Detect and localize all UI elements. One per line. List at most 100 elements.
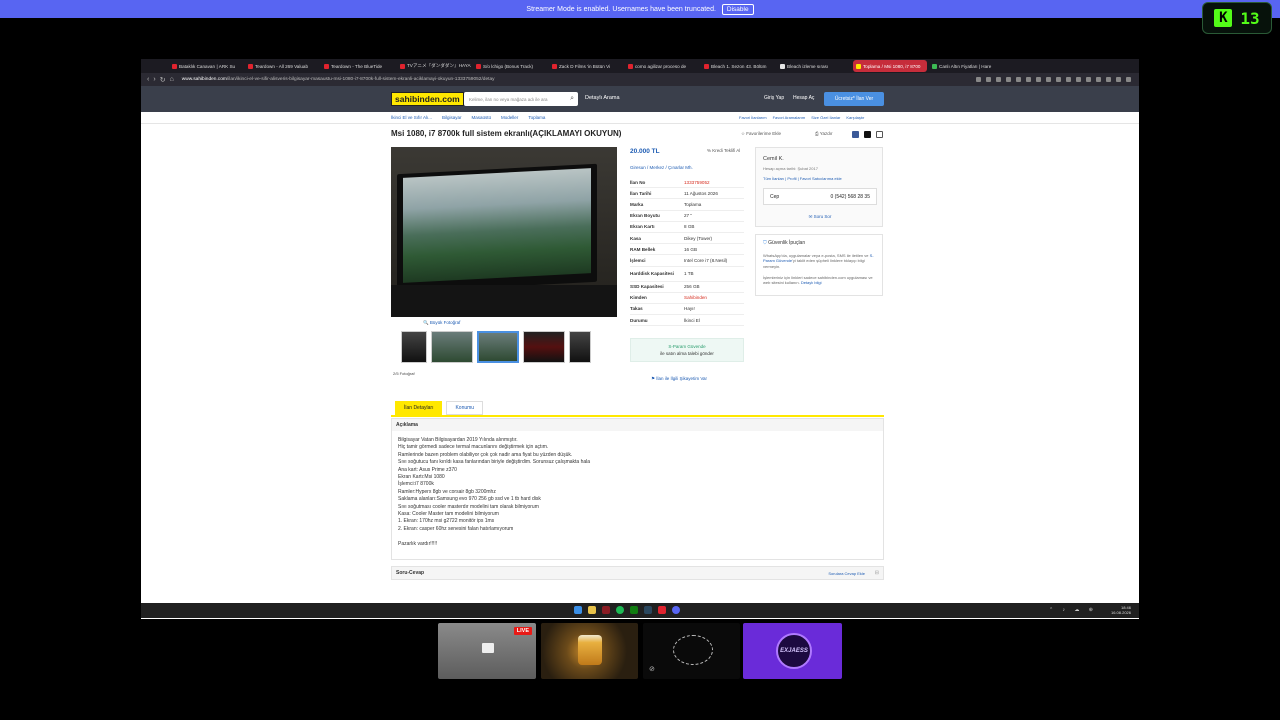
browser-tab[interactable]: Canlı Altın Fiyatları | Hare	[929, 60, 1003, 72]
webcam-tile[interactable]: ⊘	[643, 623, 740, 679]
extension-icon[interactable]	[1036, 77, 1041, 82]
tab-listing-details[interactable]: İlan Detayları	[395, 401, 443, 415]
login-link[interactable]: Giriş Yap	[764, 95, 784, 101]
breadcrumb-item[interactable]: Masaüstü	[472, 115, 492, 120]
safety-tips-card: ⛉ Güvenlik İpuçları WhatsApp'da, uygulam…	[755, 234, 883, 296]
photo-thumbnail-selected[interactable]	[477, 331, 519, 363]
extension-icon[interactable]	[1046, 77, 1051, 82]
browser-tab[interactable]: Teardown - The BlueTide	[321, 60, 395, 72]
clock[interactable]: 18:46 16.08.2026	[1111, 605, 1131, 615]
add-favorites-link[interactable]: ☆ Favorilerime Ekle	[741, 131, 781, 137]
reload-icon[interactable]: ↻	[160, 76, 166, 84]
extension-icon[interactable]	[996, 77, 1001, 82]
menu-icon[interactable]	[1126, 77, 1131, 82]
credit-offer-label: Kredi Teklifi Al	[712, 148, 741, 153]
big-photo-link[interactable]: 🔍 Büyük Fotoğraf	[423, 320, 460, 326]
photo-thumbnail[interactable]	[401, 331, 427, 363]
extension-icon[interactable]	[1106, 77, 1111, 82]
extension-icon[interactable]	[1116, 77, 1121, 82]
webcam-tile[interactable]: EXJAESS	[743, 623, 842, 679]
post-ad-button[interactable]: Ücretsiz* İlan Ver	[824, 92, 884, 106]
breadcrumb-item[interactable]: İkinci El ve Sıfır Alı...	[391, 115, 432, 120]
credit-offer-link[interactable]: % Kredi Teklifi Al	[707, 148, 740, 153]
attribute-row: İlan Tarihi 11 Ağustos 2026	[630, 188, 744, 200]
extension-icons	[976, 77, 1139, 82]
safety-details-link[interactable]: Detaylı bilgi	[801, 280, 822, 285]
email-share-icon[interactable]	[876, 131, 883, 138]
site-logo[interactable]: sahibinden.com	[391, 92, 464, 106]
photo-thumbnail[interactable]	[569, 331, 591, 363]
search-input[interactable]: Kelime, ilan no veya mağaza adı ile ara …	[464, 92, 578, 106]
extension-icon[interactable]	[1086, 77, 1091, 82]
attribute-row: Takas Hayır	[630, 304, 744, 316]
extension-icon[interactable]	[1016, 77, 1021, 82]
extension-icon[interactable]	[976, 77, 981, 82]
main-photo[interactable]	[391, 147, 617, 317]
start-icon[interactable]	[574, 606, 582, 614]
register-link[interactable]: Hesap Aç	[793, 95, 814, 101]
browser-toolbar: ‹ › ↻ ⌂ www.sahibinden.com/ilan/ikinci-e…	[141, 73, 1139, 86]
user-quick-link[interactable]: Karşılaştır	[846, 115, 864, 120]
breadcrumb-item[interactable]: Toplama	[528, 115, 545, 120]
back-icon[interactable]: ‹	[147, 76, 149, 83]
photo-thumbnail[interactable]	[431, 331, 473, 363]
address-bar[interactable]: www.sahibinden.com/ilan/ikinci-el-ve-sif…	[178, 75, 778, 84]
extension-icon[interactable]	[1076, 77, 1081, 82]
extension-icon[interactable]	[1006, 77, 1011, 82]
x-share-icon[interactable]	[864, 131, 871, 138]
extension-icon[interactable]	[1026, 77, 1031, 82]
phone-number[interactable]: 0 (542) 568 28 35	[831, 194, 870, 200]
extension-icon[interactable]	[1096, 77, 1101, 82]
discord-icon[interactable]	[672, 606, 680, 614]
home-icon[interactable]: ⌂	[170, 76, 174, 83]
complaint-link[interactable]: ⚑ İlan ile İlgili Şikayetim Var	[651, 376, 707, 382]
tab-location[interactable]: Konumu	[446, 401, 484, 415]
location-breadcrumb[interactable]: Giresun / Merkez / Çınarlar Mh.	[630, 165, 693, 170]
browser-tab[interactable]: Bleach izleme sırası	[777, 60, 851, 72]
breadcrumb-item[interactable]: Bilgisayar	[442, 115, 462, 120]
browser-tab[interactable]: Bleach 1. Sezon 43. Bölüm	[701, 60, 775, 72]
browser-icon[interactable]	[602, 606, 610, 614]
tab-favicon-icon	[856, 63, 861, 69]
ask-question-button[interactable]: ✉ Soru Sor	[756, 214, 884, 220]
attribute-value: 16 GB	[684, 246, 698, 252]
user-quick-link[interactable]: Size Özel İlanlar	[811, 115, 840, 120]
breadcrumb-item[interactable]: Modeller	[501, 115, 518, 120]
qa-add-link[interactable]: Sorulara Cevap Ekle	[828, 571, 865, 576]
webcam-tile[interactable]: LIVE	[438, 623, 536, 679]
seller-name[interactable]: Cemil K.	[763, 156, 784, 162]
collapse-icon[interactable]: ⊟	[875, 570, 879, 576]
facebook-share-icon[interactable]	[852, 131, 859, 138]
file-explorer-icon[interactable]	[588, 606, 596, 614]
disable-button[interactable]: Disable	[721, 3, 754, 15]
steam-icon[interactable]	[644, 606, 652, 614]
extension-icon[interactable]	[1066, 77, 1071, 82]
obs-icon[interactable]	[658, 606, 666, 614]
browser-tab[interactable]: Bataklık Canavarı | ARK Su	[169, 60, 243, 72]
extension-icon[interactable]	[1056, 77, 1061, 82]
spotify-icon[interactable]	[616, 606, 624, 614]
user-quick-link[interactable]: Favori Aramalarım	[773, 115, 806, 120]
print-link[interactable]: ⎙ Yazdır	[815, 131, 832, 136]
browser-tab-active[interactable]: Toplama / Msi 1080, i7 8700	[853, 60, 927, 72]
tab-label: como agilizar proceso de	[635, 63, 687, 69]
forward-icon[interactable]: ›	[153, 76, 155, 83]
browser-tab[interactable]: TVアニメ『ダンダダン』HAYASE	[397, 60, 471, 72]
search-icon[interactable]: ⌕	[570, 95, 574, 103]
extension-icon[interactable]	[986, 77, 991, 82]
browser-tab[interactable]: como agilizar proceso de	[625, 60, 699, 72]
webcam-tile[interactable]	[541, 623, 638, 679]
system-tray[interactable]: ⌃ ♪ ☁ ⊕	[1049, 607, 1097, 613]
detailed-search-link[interactable]: Detaylı Arama	[585, 95, 620, 101]
photo-thumbnail[interactable]	[523, 331, 565, 363]
seller-links[interactable]: Tüm İlanları | Profil | Favori Satıcılar…	[763, 176, 842, 181]
complaint-label: İlan ile İlgili Şikayetim Var	[656, 376, 707, 381]
screen: Streamer Mode is enabled. Usernames have…	[0, 0, 1280, 720]
attribute-value: 11 Ağustos 2026	[684, 190, 718, 196]
browser-tab[interactable]: S/o lchigo (Bonus Track)	[473, 60, 547, 72]
browser-tab[interactable]: Teardown - All 269 Valuab	[245, 60, 319, 72]
user-quick-link[interactable]: Favori İlanlarım	[739, 115, 767, 120]
s-param-box[interactable]: S-Param Güvende ile satın alma talebi gö…	[630, 338, 744, 362]
browser-tab[interactable]: Zack D Films 'in Bütün Vi	[549, 60, 623, 72]
xbox-icon[interactable]	[630, 606, 638, 614]
